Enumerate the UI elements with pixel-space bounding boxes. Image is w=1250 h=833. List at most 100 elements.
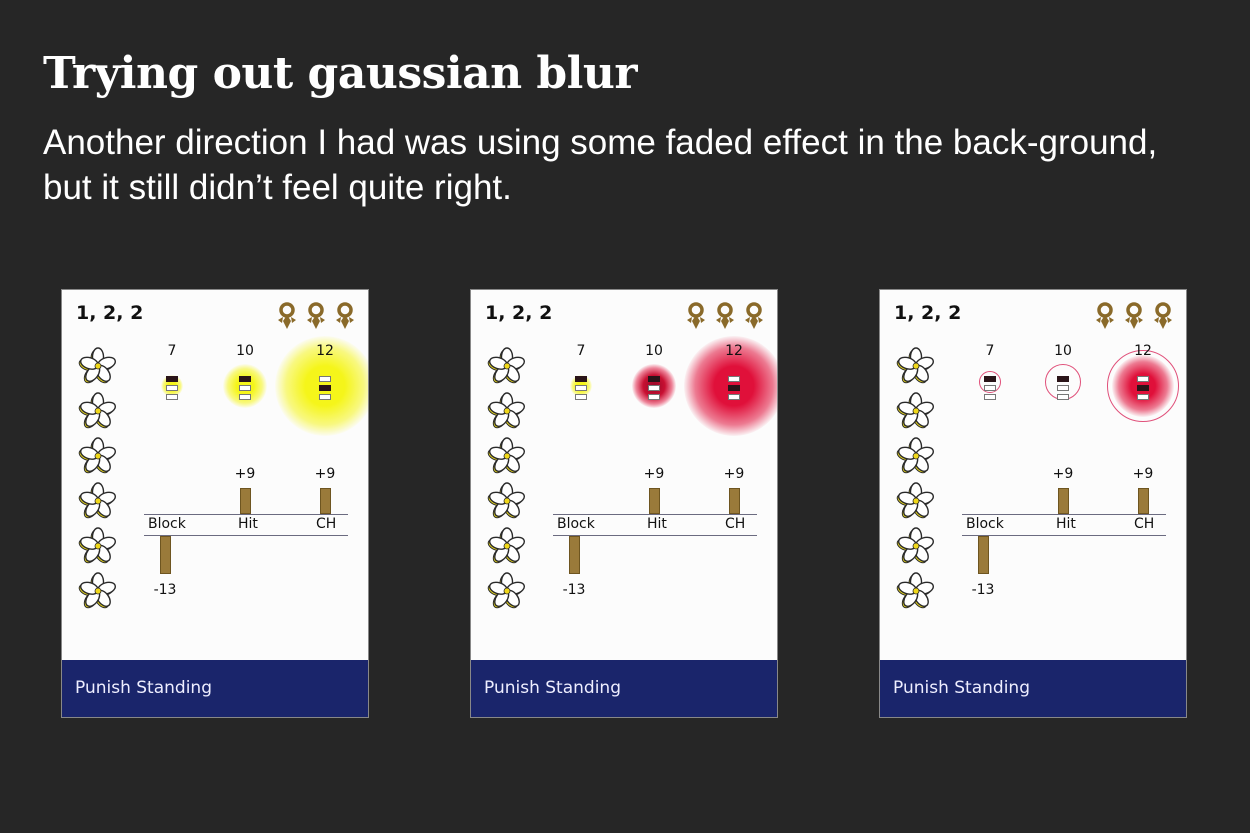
advantage-label: CH (316, 516, 337, 532)
advantage-label: Block (966, 516, 1004, 532)
frame-number: 7 (985, 343, 995, 359)
advantage-label: Block (557, 516, 595, 532)
advantage-bar (569, 536, 580, 574)
inactive-pip (1057, 394, 1069, 400)
flower-icon (487, 347, 525, 384)
medal-row (1094, 302, 1174, 330)
advantage-bar (240, 487, 251, 514)
frame-pips (319, 376, 331, 403)
advantage-label: CH (1134, 516, 1155, 532)
flower-icon (487, 527, 525, 564)
advantage-label: Hit (238, 516, 258, 532)
flower-icon (78, 347, 116, 384)
active-pip (984, 376, 996, 382)
advantage-bar (978, 536, 989, 574)
active-pip (239, 376, 251, 382)
inactive-pip (1057, 385, 1069, 391)
advantage-bar (1058, 487, 1069, 514)
inactive-pip (728, 376, 740, 382)
card-footer-title: Punish Standing (471, 660, 777, 717)
inactive-pip (575, 394, 587, 400)
inactive-pip (166, 394, 178, 400)
flower-icon (896, 347, 934, 384)
frame-advantage-chart: Block -13 Hit +9 CH +9 (962, 460, 1166, 610)
active-pip (1137, 385, 1149, 391)
medal-icon (1096, 302, 1114, 329)
frame-column: 10 (624, 342, 684, 408)
inactive-pip (1137, 394, 1149, 400)
frame-advantage-chart: Block -13 Hit +9 CH +9 (553, 460, 757, 610)
advantage-value: +9 (1132, 465, 1154, 482)
advantage-value: +9 (643, 465, 665, 482)
advantage-value: -13 (153, 582, 177, 598)
flower-column (896, 346, 936, 616)
flower-icon (896, 572, 934, 609)
axis-line-top (553, 514, 757, 515)
active-pip (166, 376, 178, 382)
medal-row (685, 302, 765, 330)
medal-icon (1154, 302, 1172, 329)
axis-line-top (144, 514, 348, 515)
inactive-pip (648, 385, 660, 391)
axis-line-top (962, 514, 1166, 515)
frame-column: 12 (1107, 342, 1179, 422)
frame-column: 12 (684, 336, 777, 436)
flower-icon (896, 527, 934, 564)
advantage-label: Block (148, 516, 186, 532)
active-pip (1057, 376, 1069, 382)
frame-number: 7 (576, 343, 586, 359)
axis-line-bottom (553, 535, 757, 536)
inactive-pip (984, 394, 996, 400)
frame-number: 12 (316, 343, 334, 359)
inactive-pip (1137, 376, 1149, 382)
frame-number: 10 (645, 343, 663, 359)
advantage-value: +9 (1052, 465, 1074, 482)
medal-icon (307, 302, 325, 329)
flower-icon (78, 572, 116, 609)
frame-pips (166, 376, 178, 403)
combo-card: 1, 2, 2 7 10 12 Block -13 Hit +9 CH +9 Punish Stan… (879, 289, 1187, 718)
medal-icon (278, 302, 296, 329)
inactive-pip (319, 376, 331, 382)
flower-column (78, 346, 118, 616)
frame-column: 7 (142, 342, 202, 400)
frame-column: 10 (1033, 342, 1093, 400)
advantage-value: -13 (971, 582, 995, 598)
frame-pips (984, 376, 996, 403)
frame-number: 7 (167, 343, 177, 359)
medal-icon (716, 302, 734, 329)
inactive-pip (728, 394, 740, 400)
advantage-label: Hit (1056, 516, 1076, 532)
flower-icon (78, 437, 116, 474)
axis-line-bottom (144, 535, 348, 536)
frame-pips (1057, 376, 1069, 403)
flower-icon (487, 392, 525, 429)
flower-icon (896, 392, 934, 429)
card-footer-title: Punish Standing (62, 660, 368, 717)
advantage-value: -13 (562, 582, 586, 598)
inactive-pip (239, 385, 251, 391)
frame-number: 10 (1054, 343, 1072, 359)
inactive-pip (575, 385, 587, 391)
frame-pips (728, 376, 740, 403)
combo-notation: 1, 2, 2 (894, 302, 962, 324)
flower-icon (487, 437, 525, 474)
frame-pips (239, 376, 251, 403)
advantage-bar (649, 487, 660, 514)
active-pip (319, 385, 331, 391)
page-title: Trying out gaussian blur (43, 48, 638, 99)
frame-number: 10 (236, 343, 254, 359)
advantage-label: CH (725, 516, 746, 532)
frame-pips (1137, 376, 1149, 403)
frame-column: 10 (215, 342, 275, 408)
frame-column: 7 (960, 342, 1020, 400)
advantage-label: Hit (647, 516, 667, 532)
inactive-pip (166, 385, 178, 391)
frame-number: 12 (1134, 343, 1152, 359)
combo-notation: 1, 2, 2 (485, 302, 553, 324)
frame-pips (648, 376, 660, 403)
medal-icon (336, 302, 354, 329)
combo-card: 1, 2, 2 7 10 12 Block -13 Hit +9 CH +9 Punish Stan… (470, 289, 778, 718)
flower-icon (487, 482, 525, 519)
advantage-bar (729, 487, 740, 514)
